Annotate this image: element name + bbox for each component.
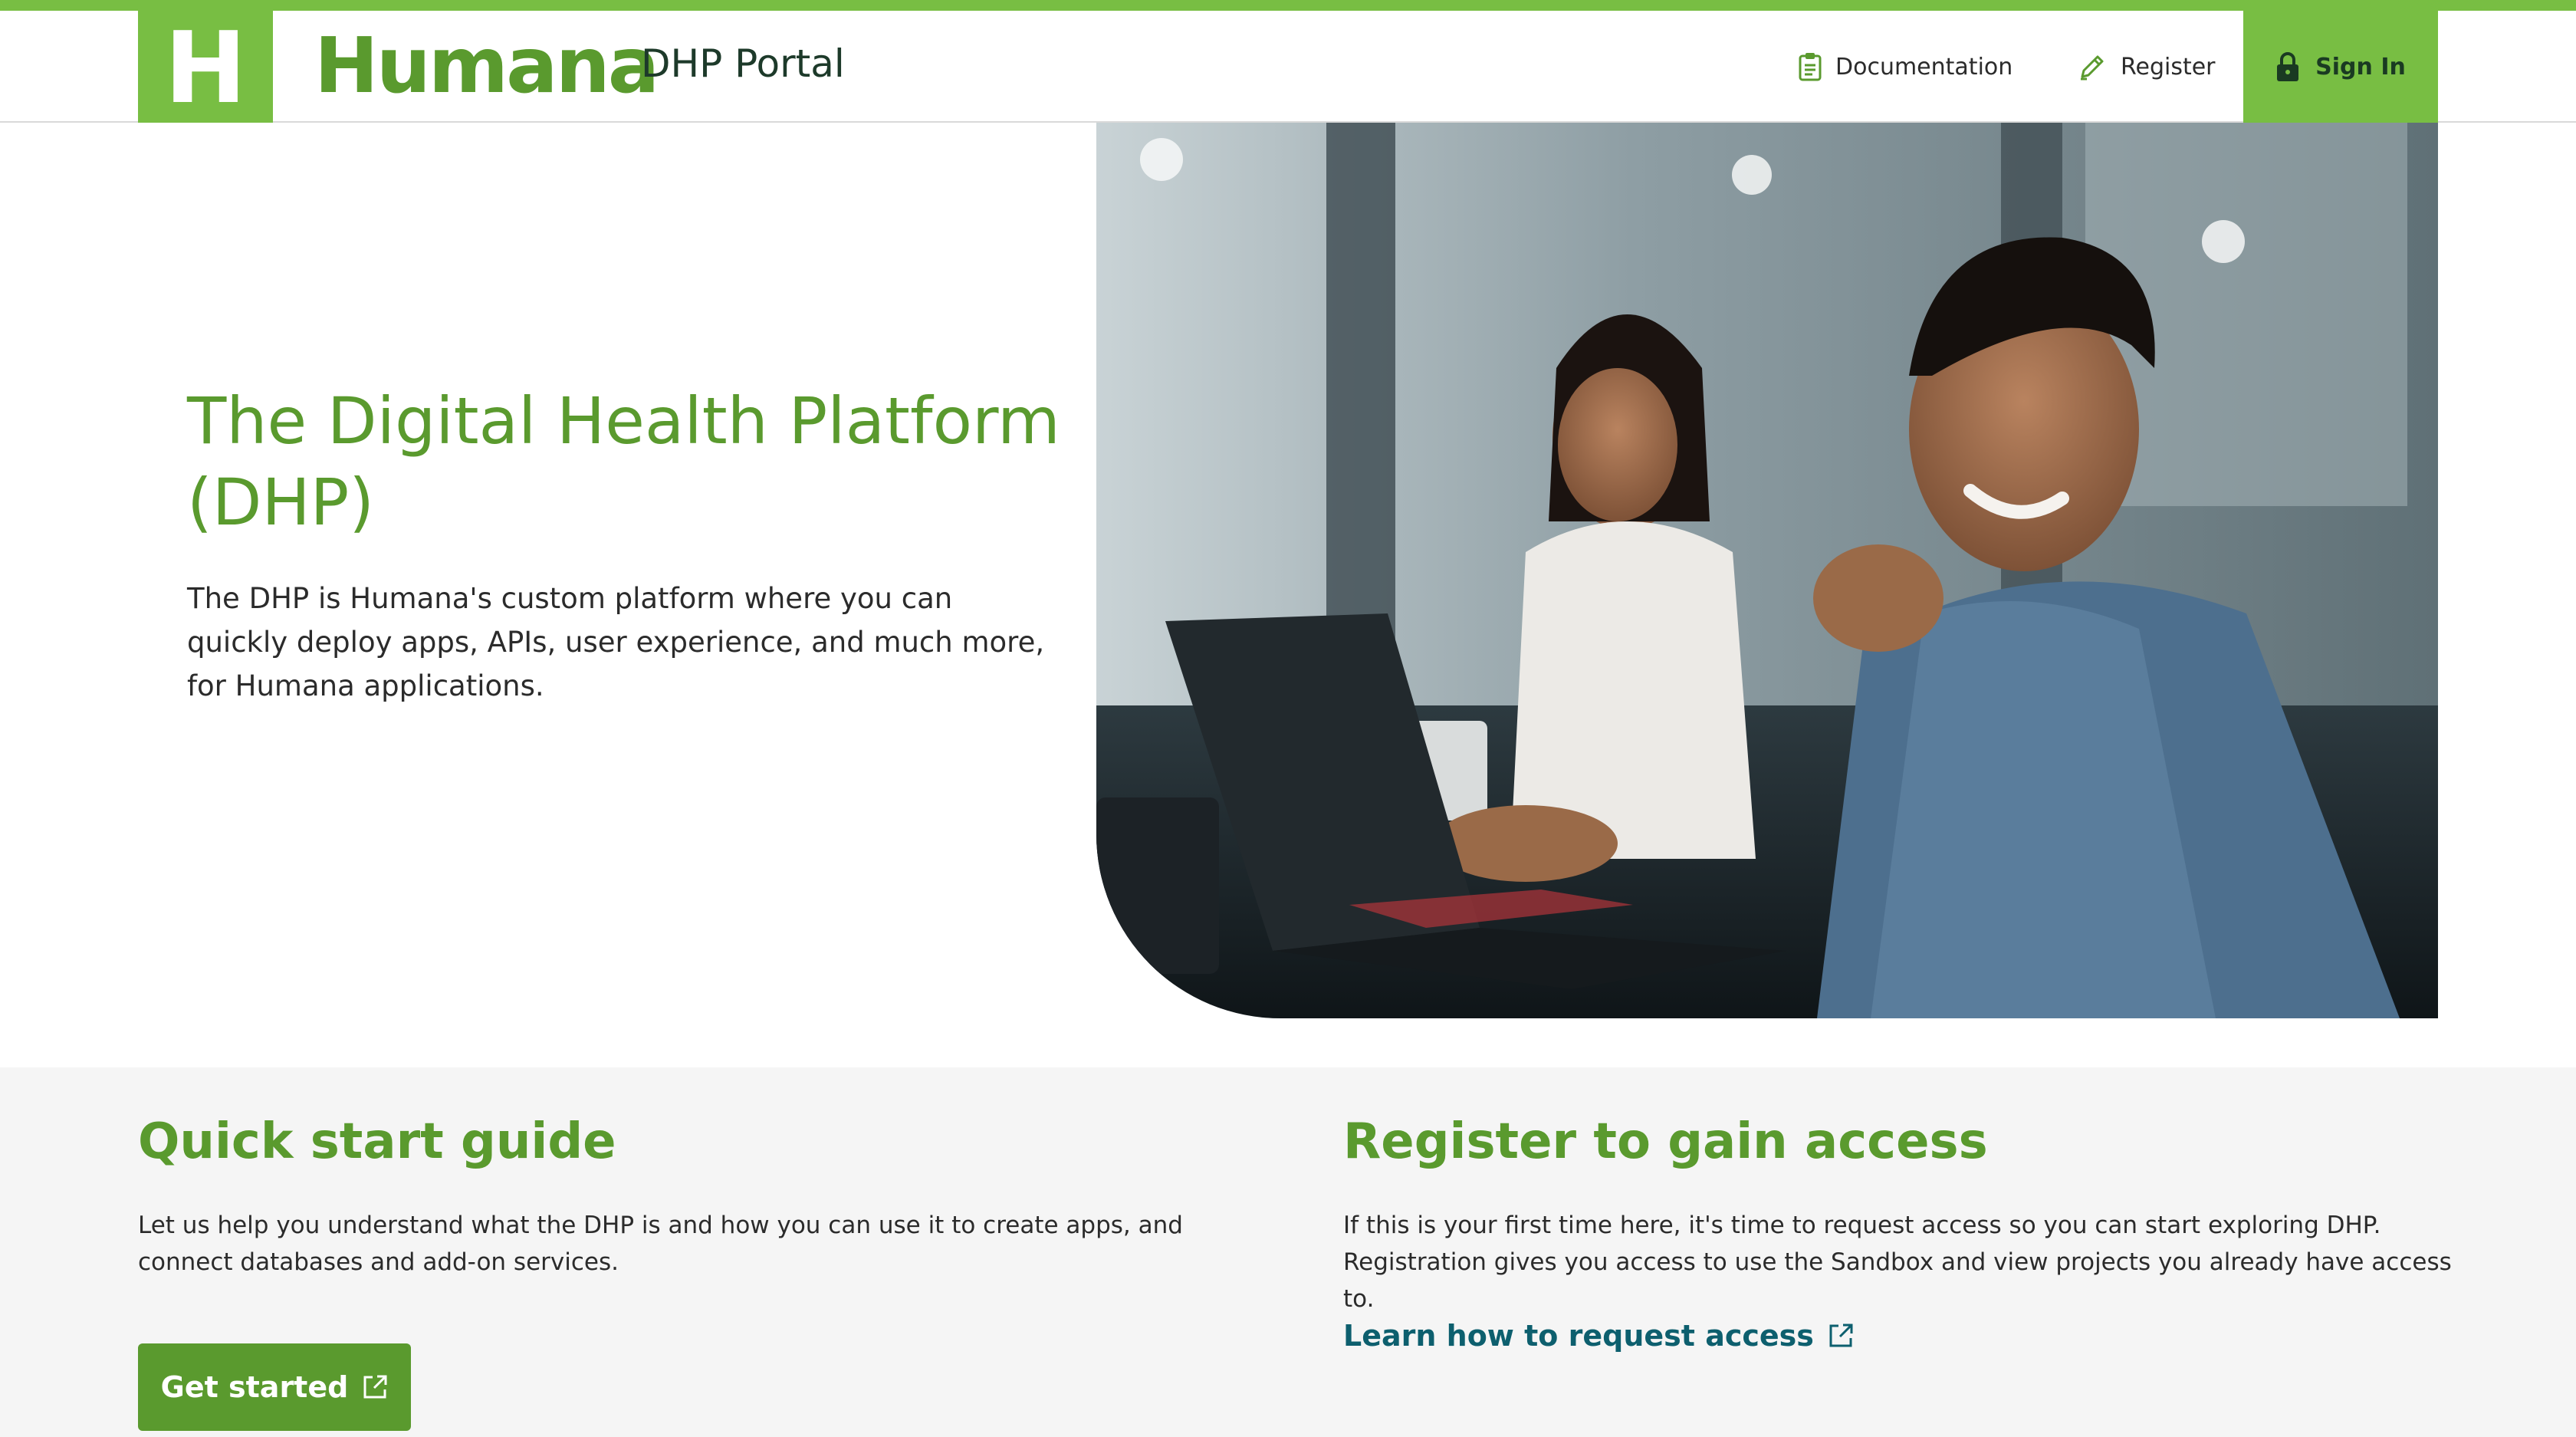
brand-logo[interactable]: Humana — [314, 20, 659, 110]
hero-description: The DHP is Humana's custom platform wher… — [187, 582, 1045, 702]
sign-in-button[interactable]: Sign In — [2243, 11, 2438, 123]
site-header: H Humana DHP Portal Documentation Regist… — [0, 11, 2576, 123]
pencil-icon — [2081, 55, 2104, 81]
brand-accent-bar — [0, 0, 2576, 11]
get-started-label: Get started — [160, 1370, 349, 1404]
logo-letter: H — [164, 12, 247, 126]
register-title: Register to gain access — [1343, 1113, 1988, 1170]
humana-logo-mark[interactable]: H — [138, 11, 273, 123]
register-text: If this is your first time here, it's ti… — [1343, 1212, 2452, 1313]
portal-title: DHP Portal — [641, 41, 845, 86]
nav-documentation-link[interactable]: Documentation — [1799, 11, 2013, 123]
nav-documentation-label: Documentation — [1835, 53, 2013, 81]
external-link-icon — [363, 1375, 387, 1399]
external-link-icon — [1829, 1324, 1853, 1347]
get-started-button[interactable]: Get started — [138, 1343, 411, 1431]
quick-start-text: Let us help you understand what the DHP … — [138, 1212, 1183, 1276]
sign-in-label: Sign In — [2315, 53, 2406, 81]
quick-start-title: Quick start guide — [138, 1113, 616, 1170]
lock-icon — [2277, 52, 2299, 81]
request-access-label: Learn how to request access — [1343, 1319, 1814, 1353]
request-access-link[interactable]: Learn how to request access — [1343, 1319, 1854, 1353]
office-workers-photo — [1096, 123, 2438, 1018]
hero-photo — [1096, 123, 2438, 1018]
hero-title: The Digital Health Platform (DHP) — [187, 383, 1060, 540]
brand-name: Humana — [314, 20, 659, 110]
nav-register-label: Register — [2121, 53, 2216, 81]
nav-register-link[interactable]: Register — [2078, 11, 2216, 123]
clipboard-icon — [1799, 53, 1822, 81]
